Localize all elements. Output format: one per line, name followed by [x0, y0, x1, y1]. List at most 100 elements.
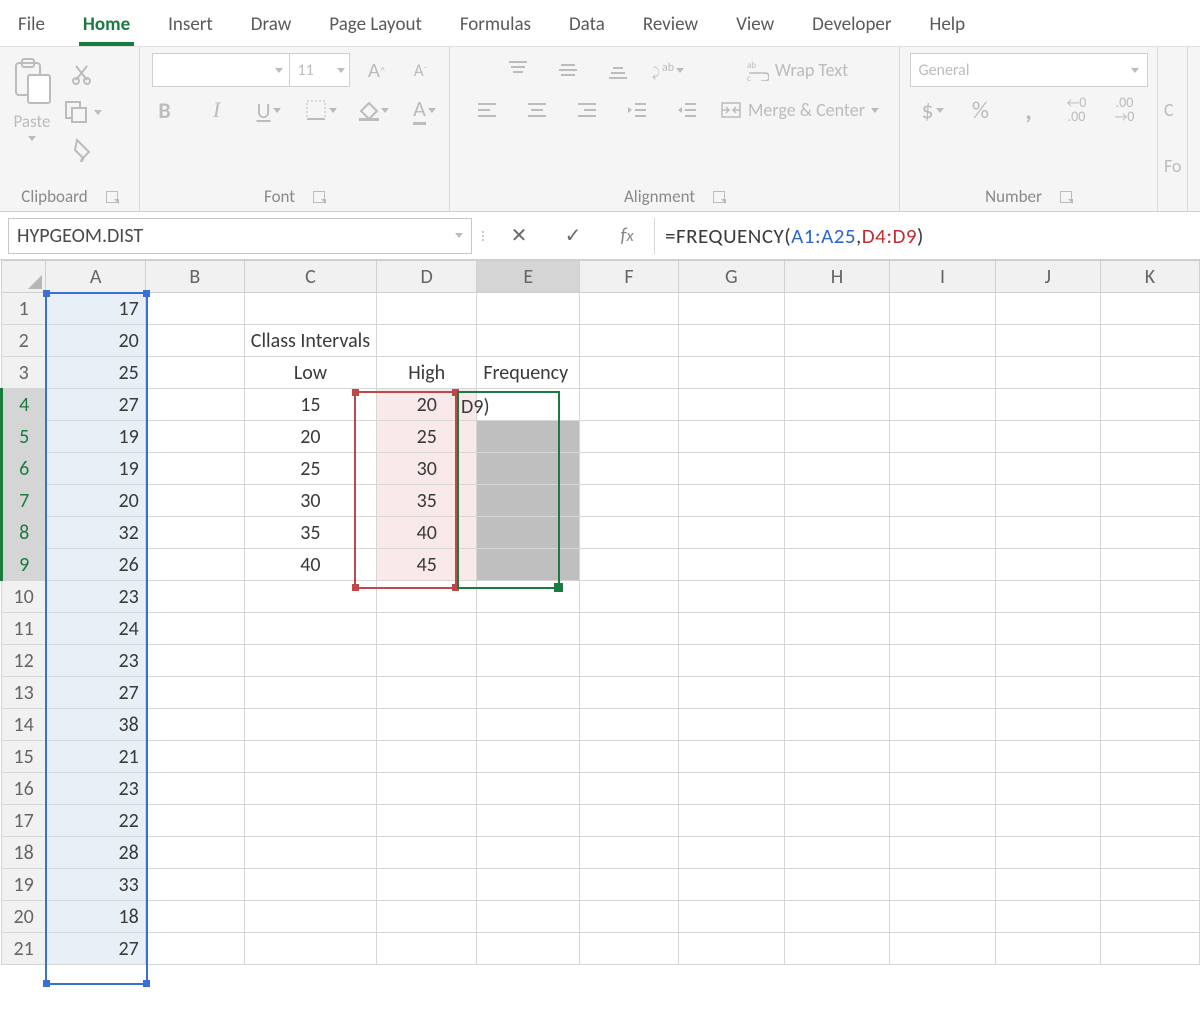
cell-D20[interactable]	[377, 901, 477, 933]
cell-C14[interactable]	[244, 709, 376, 741]
cell-I21[interactable]	[890, 933, 995, 965]
cell-E20[interactable]	[477, 901, 580, 933]
row-header-11[interactable]: 11	[2, 613, 46, 645]
col-header-E[interactable]: E	[477, 261, 580, 293]
increase-font-button[interactable]: A^	[360, 53, 394, 87]
font-family-select[interactable]	[152, 53, 290, 87]
tab-formulas[interactable]: Formulas	[456, 3, 535, 46]
cell-H11[interactable]	[784, 613, 890, 645]
cell-J9[interactable]	[995, 549, 1100, 581]
cell-B20[interactable]	[145, 901, 244, 933]
cell-I9[interactable]	[890, 549, 995, 581]
cell-F9[interactable]	[580, 549, 679, 581]
cell-J1[interactable]	[995, 293, 1100, 325]
cell-G15[interactable]	[678, 741, 784, 773]
cell-K4[interactable]	[1100, 389, 1199, 421]
cell-K20[interactable]	[1100, 901, 1199, 933]
cell-B1[interactable]	[145, 293, 244, 325]
select-all-corner[interactable]	[2, 261, 46, 293]
tab-file[interactable]: File	[14, 3, 49, 46]
cell-A7[interactable]: 20	[46, 485, 145, 517]
cell-C19[interactable]	[244, 869, 376, 901]
cell-G21[interactable]	[678, 933, 784, 965]
col-header-K[interactable]: K	[1100, 261, 1199, 293]
cell-E8[interactable]	[477, 517, 580, 549]
font-size-select[interactable]: 11	[290, 53, 350, 87]
cell-A6[interactable]: 19	[46, 453, 145, 485]
decrease-decimal-button[interactable]: .00→0	[1108, 93, 1142, 127]
cell-G11[interactable]	[678, 613, 784, 645]
copy-button[interactable]	[62, 95, 104, 129]
orientation-button[interactable]: ⤸ab	[651, 53, 685, 87]
row-header-10[interactable]: 10	[2, 581, 46, 613]
cell-D9[interactable]: 45	[377, 549, 477, 581]
cell-G10[interactable]	[678, 581, 784, 613]
number-format-select[interactable]: General	[910, 53, 1148, 87]
cell-K21[interactable]	[1100, 933, 1199, 965]
merge-center-button[interactable]: Merge & Center	[720, 99, 879, 121]
cell-C5[interactable]: 20	[244, 421, 376, 453]
cell-G9[interactable]	[678, 549, 784, 581]
cell-C6[interactable]: 25	[244, 453, 376, 485]
row-header-19[interactable]: 19	[2, 869, 46, 901]
cell-J16[interactable]	[995, 773, 1100, 805]
cell-C2[interactable]: Cllass Intervals	[244, 325, 376, 357]
cell-F6[interactable]	[580, 453, 679, 485]
cell-I13[interactable]	[890, 677, 995, 709]
cell-K10[interactable]	[1100, 581, 1199, 613]
col-header-C[interactable]: C	[244, 261, 376, 293]
cell-F12[interactable]	[580, 645, 679, 677]
cell-B12[interactable]	[145, 645, 244, 677]
cell-F5[interactable]	[580, 421, 679, 453]
wrap-text-button[interactable]: abc Wrap Text	[747, 59, 848, 81]
cell-F8[interactable]	[580, 517, 679, 549]
increase-decimal-button[interactable]: ←0.00	[1060, 93, 1094, 127]
name-box[interactable]: HYPGEOM.DIST	[8, 218, 472, 254]
tab-insert[interactable]: Insert	[164, 3, 217, 46]
cell-D6[interactable]: 30	[377, 453, 477, 485]
cell-A18[interactable]: 28	[46, 837, 145, 869]
tab-developer[interactable]: Developer	[808, 3, 895, 46]
cell-I11[interactable]	[890, 613, 995, 645]
cell-A14[interactable]: 38	[46, 709, 145, 741]
paste-button[interactable]: Paste	[10, 57, 54, 141]
cell-C3[interactable]: Low	[244, 357, 376, 389]
cell-H3[interactable]	[784, 357, 890, 389]
cell-A4[interactable]: 27	[46, 389, 145, 421]
cell-C13[interactable]	[244, 677, 376, 709]
cell-C16[interactable]	[244, 773, 376, 805]
align-left-button[interactable]	[470, 93, 504, 127]
cell-J17[interactable]	[995, 805, 1100, 837]
cell-F19[interactable]	[580, 869, 679, 901]
cell-J10[interactable]	[995, 581, 1100, 613]
cell-H12[interactable]	[784, 645, 890, 677]
cell-D15[interactable]	[377, 741, 477, 773]
col-header-J[interactable]: J	[995, 261, 1100, 293]
cell-K16[interactable]	[1100, 773, 1199, 805]
cell-H6[interactable]	[784, 453, 890, 485]
row-header-15[interactable]: 15	[2, 741, 46, 773]
cell-F7[interactable]	[580, 485, 679, 517]
cell-A12[interactable]: 23	[46, 645, 145, 677]
bold-button[interactable]: B	[148, 93, 182, 127]
cell-I20[interactable]	[890, 901, 995, 933]
cell-H10[interactable]	[784, 581, 890, 613]
align-center-button[interactable]	[520, 93, 554, 127]
cell-K15[interactable]	[1100, 741, 1199, 773]
cell-E4[interactable]	[477, 389, 580, 421]
cell-G5[interactable]	[678, 421, 784, 453]
cell-E18[interactable]	[477, 837, 580, 869]
cell-K14[interactable]	[1100, 709, 1199, 741]
cell-H5[interactable]	[784, 421, 890, 453]
cell-E5[interactable]	[477, 421, 580, 453]
cell-C18[interactable]	[244, 837, 376, 869]
cell-H16[interactable]	[784, 773, 890, 805]
row-header-3[interactable]: 3	[2, 357, 46, 389]
cell-D5[interactable]: 25	[377, 421, 477, 453]
cell-K7[interactable]	[1100, 485, 1199, 517]
cell-D1[interactable]	[377, 293, 477, 325]
cell-F10[interactable]	[580, 581, 679, 613]
cell-A15[interactable]: 21	[46, 741, 145, 773]
cell-I6[interactable]	[890, 453, 995, 485]
cell-H2[interactable]	[784, 325, 890, 357]
